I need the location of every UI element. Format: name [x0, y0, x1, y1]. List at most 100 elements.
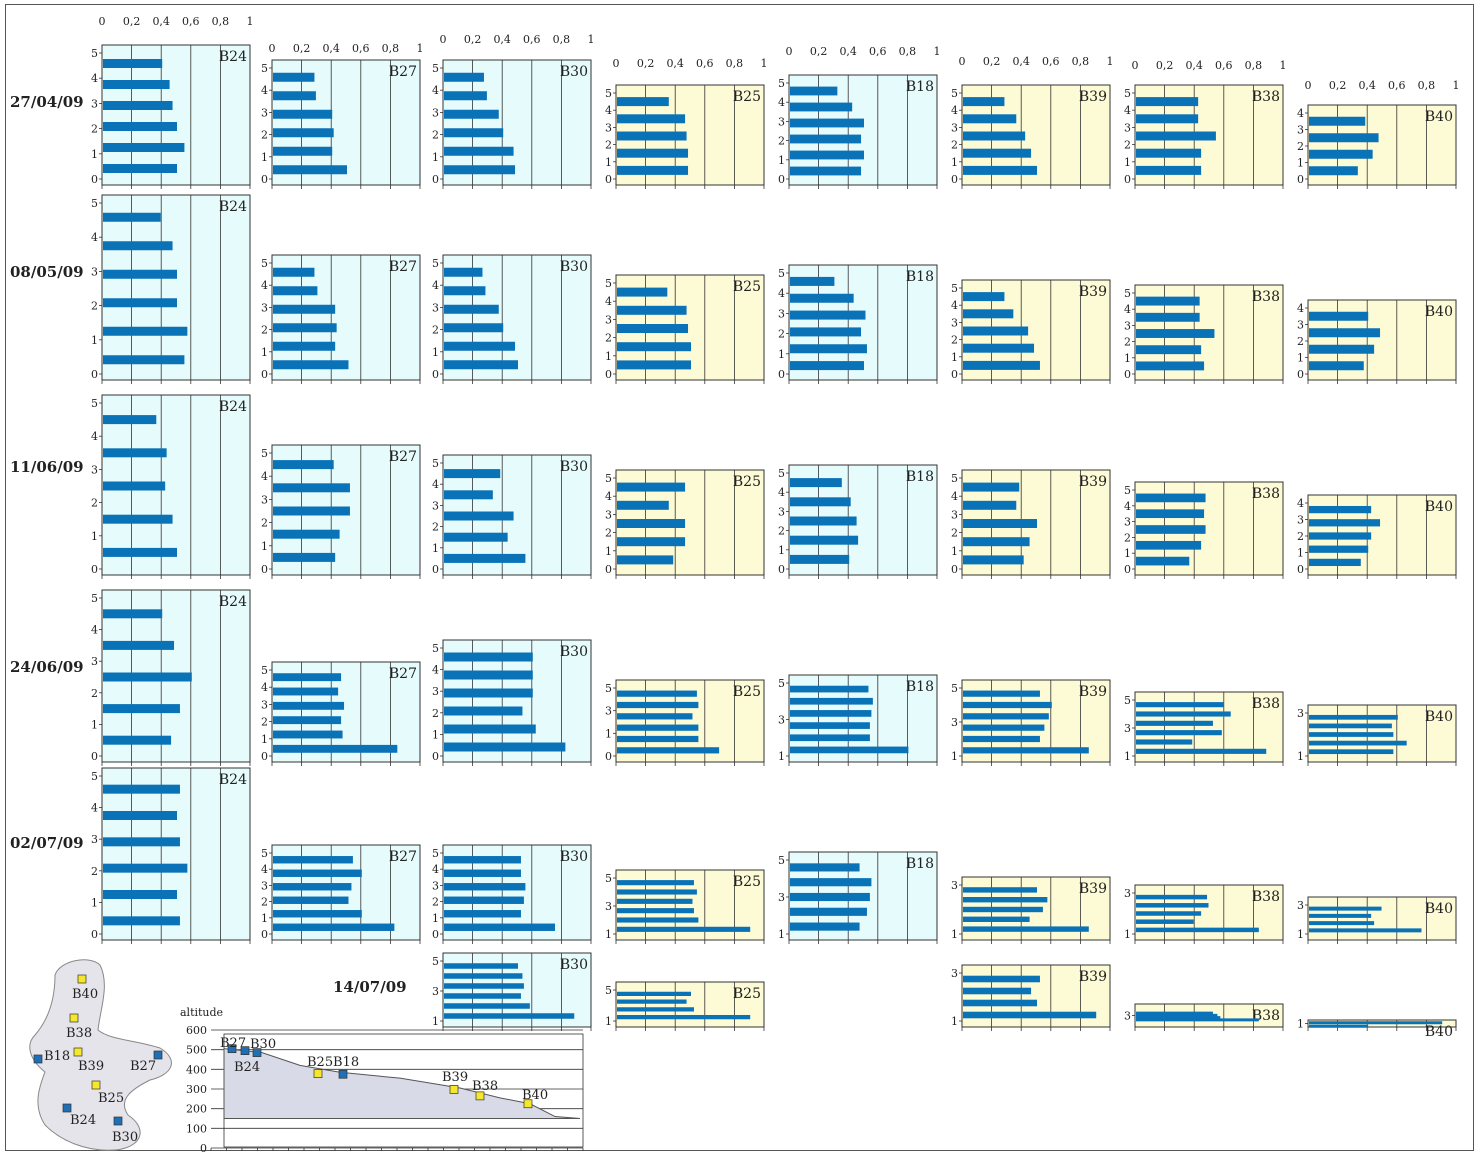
r1-b24-bar — [103, 59, 163, 68]
r5-b25-station-label: B25 — [733, 874, 761, 890]
r1-b18-y-tick-label: 2 — [778, 135, 785, 148]
r4-b27-station-label: B27 — [389, 666, 417, 682]
r1-b27-y-tick-label: 3 — [261, 106, 268, 119]
r3-b39-bar — [963, 500, 1017, 510]
r5-b39-bar — [963, 916, 1030, 922]
r3-b27-station-label: B27 — [389, 449, 417, 465]
r2-b18-y-tick-label: 1 — [778, 348, 785, 361]
r2-b30-y-tick-label: 0 — [432, 368, 439, 381]
r4-b24-y-tick-label: 3 — [91, 655, 98, 668]
r4-b40-bar — [1309, 723, 1392, 729]
r2-b30-station-label: B30 — [560, 259, 588, 275]
r2-b24-bar — [103, 355, 185, 365]
r2-b27-y-tick-label: 2 — [261, 324, 268, 337]
r2-b38-bar — [1136, 361, 1205, 371]
r1-b39-x-tick-label: 0,6 — [1042, 55, 1060, 68]
r2-b38-y-tick-label: 0 — [1124, 368, 1131, 381]
r1-b38-y-tick-label: 5 — [1124, 87, 1131, 100]
r1-b38-x-tick-label: 0,2 — [1156, 59, 1174, 72]
r2-b39-bar — [963, 292, 1005, 302]
r1-b18-bar — [790, 134, 862, 144]
r6-b30-bar — [444, 973, 523, 979]
r4-b38-y-tick-label: 5 — [1124, 694, 1131, 707]
r5-b24-bar — [103, 784, 180, 794]
r1-b25-station-label: B25 — [733, 89, 761, 105]
r5-b30-y-tick-label: 1 — [432, 912, 439, 925]
r1-b27-y-tick-label: 2 — [261, 129, 268, 142]
r1-b38-x-tick-label: 0,8 — [1245, 59, 1263, 72]
r4-b30-bar — [444, 652, 533, 662]
r2-b40-bar — [1309, 361, 1364, 371]
r1-b25-y-tick-label: 2 — [605, 139, 612, 152]
r3-b40-bar — [1309, 545, 1369, 553]
r2-b24-y-tick-label: 1 — [91, 334, 98, 347]
r6-b25-bar — [617, 1014, 751, 1020]
r2-b18-bar — [790, 344, 867, 354]
r3-b30-y-tick-label: 3 — [432, 499, 439, 512]
r3-b18-y-tick-label: 5 — [778, 467, 785, 480]
r2-b27-y-tick-label: 5 — [261, 257, 268, 270]
r4-b18-bar — [790, 710, 872, 717]
r5-b24-bar — [103, 890, 177, 899]
r4-b25-bar — [617, 701, 699, 709]
r1-b27-bar — [273, 91, 316, 101]
r2-b30-bar — [444, 286, 486, 296]
r5-b27-y-tick-label: 1 — [261, 912, 268, 925]
r3-b39-y-tick-label: 5 — [951, 472, 958, 485]
r3-b30-bar — [444, 469, 501, 479]
r1-b38-x-tick-label: 0,4 — [1185, 59, 1203, 72]
r1-b40-y-tick-label: 1 — [1297, 157, 1304, 170]
r6-b40-y-tick-label: 1 — [1297, 1018, 1304, 1031]
r5-b30-y-tick-label: 2 — [432, 896, 439, 909]
r3-b24-y-tick-label: 3 — [91, 463, 98, 476]
r5-b27-y-tick-label: 5 — [261, 847, 268, 860]
r4-b18-station-label: B18 — [906, 679, 934, 695]
r2-b24-bar — [103, 269, 177, 279]
r4-b38-bar — [1136, 711, 1231, 717]
r5-b27-bar — [273, 883, 352, 891]
r3-b27-bar — [273, 552, 336, 562]
r3-b40-bar — [1309, 519, 1381, 527]
r4-b39-bar — [963, 747, 1089, 754]
r1-b39-bar — [963, 131, 1026, 141]
r6-b30-bar — [444, 1003, 530, 1009]
r2-b39-bar — [963, 343, 1035, 353]
r1-b40-bar — [1309, 149, 1373, 159]
r3-b24-y-tick-label: 0 — [91, 563, 98, 576]
r3-b39-bar — [963, 537, 1030, 547]
r2-b40-bar — [1309, 311, 1369, 321]
r3-b25-bar — [617, 482, 686, 492]
r2-b25-bar — [617, 287, 668, 297]
r3-b18-bar — [790, 554, 850, 564]
r5-b25-bar — [617, 926, 751, 932]
r5-b18-y-tick-label: 3 — [778, 891, 785, 904]
r2-b38-y-tick-label: 1 — [1124, 352, 1131, 365]
r5-b24-bar — [103, 837, 180, 847]
r1-b39-x-tick-label: 1 — [1107, 55, 1114, 68]
r2-b27-bar — [273, 267, 315, 277]
r3-b38-y-tick-label: 0 — [1124, 563, 1131, 576]
r3-b18-bar — [790, 497, 851, 507]
r6-b30-bar — [444, 993, 521, 999]
r1-b30-bar — [444, 128, 504, 138]
profile-y-tick-label: 600 — [186, 1024, 207, 1037]
r2-b27-y-tick-label: 3 — [261, 301, 268, 314]
r5-b39-bar — [963, 906, 1043, 913]
r1-b30-x-tick-label: 0 — [440, 33, 447, 46]
r4-b24-y-tick-label: 0 — [91, 750, 98, 763]
r5-b39-y-tick-label: 1 — [951, 928, 958, 941]
r1-b24-y-tick-label: 4 — [91, 72, 98, 85]
r5-b38-station-label: B38 — [1252, 889, 1280, 905]
r5-b39-bar — [963, 887, 1037, 893]
r2-b24-bar — [103, 212, 161, 222]
r1-b30-y-tick-label: 0 — [432, 173, 439, 186]
r3-b27-bar — [273, 460, 334, 470]
r2-b27-y-tick-label: 0 — [261, 368, 268, 381]
r3-b30-y-tick-label: 1 — [432, 542, 439, 555]
r2-b38-bar — [1136, 329, 1215, 338]
r4-b30-bar — [444, 742, 566, 752]
r3-b25-y-tick-label: 5 — [605, 472, 612, 485]
r5-b40-bar — [1309, 921, 1375, 926]
r3-b27-bar — [273, 483, 350, 493]
r3-b38-y-tick-label: 4 — [1124, 500, 1131, 513]
